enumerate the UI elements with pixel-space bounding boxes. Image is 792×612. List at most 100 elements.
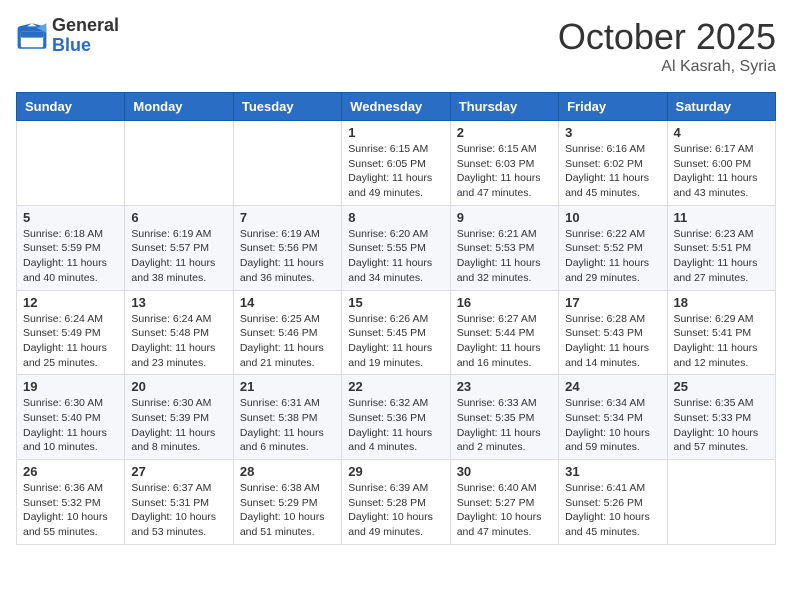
day-number: 30 (457, 464, 552, 479)
calendar-week-row: 26 Sunrise: 6:36 AM Sunset: 5:32 PM Dayli… (17, 460, 776, 545)
day-number: 28 (240, 464, 335, 479)
title-block: October 2025 Al Kasrah, Syria (558, 16, 776, 76)
weekday-header-row: SundayMondayTuesdayWednesdayThursdayFrid… (17, 93, 776, 121)
day-number: 25 (674, 379, 769, 394)
day-info: Sunrise: 6:28 AM Sunset: 5:43 PM Dayligh… (565, 312, 660, 371)
day-info: Sunrise: 6:15 AM Sunset: 6:03 PM Dayligh… (457, 142, 552, 201)
calendar-cell: 29Sunrise: 6:39 AM Sunset: 5:28 PM Dayli… (342, 460, 450, 545)
day-info: Sunrise: 6:35 AM Sunset: 5:33 PM Dayligh… (674, 396, 769, 455)
day-info: Sunrise: 6:18 AM Sunset: 5:59 PM Dayligh… (23, 227, 118, 286)
day-number: 9 (457, 210, 552, 225)
calendar-cell: 5 Sunrise: 6:18 AM Sunset: 5:59 PM Daylig… (17, 205, 125, 290)
day-number: 1 (348, 125, 443, 140)
calendar-week-row: 5 Sunrise: 6:18 AM Sunset: 5:59 PM Daylig… (17, 205, 776, 290)
day-number: 2 (457, 125, 552, 140)
calendar-cell: 4 Sunrise: 6:17 AM Sunset: 6:00 PM Daylig… (667, 121, 775, 206)
day-info: Sunrise: 6:21 AM Sunset: 5:53 PM Dayligh… (457, 227, 552, 286)
calendar-cell: 17 Sunrise: 6:28 AM Sunset: 5:43 PM Dayli… (559, 290, 667, 375)
day-number: 23 (457, 379, 552, 394)
logo-general: General (52, 15, 119, 35)
calendar-cell: 30 Sunrise: 6:40 AM Sunset: 5:27 PM Dayli… (450, 460, 558, 545)
day-info: Sunrise: 6:37 AM Sunset: 5:31 PM Dayligh… (131, 481, 226, 540)
day-info: Sunrise: 6:40 AM Sunset: 5:27 PM Dayligh… (457, 481, 552, 540)
day-info: Sunrise: 6:38 AM Sunset: 5:29 PM Dayligh… (240, 481, 335, 540)
day-number: 10 (565, 210, 660, 225)
calendar-cell: 10 Sunrise: 6:22 AM Sunset: 5:52 PM Dayli… (559, 205, 667, 290)
calendar-cell: 12 Sunrise: 6:24 AM Sunset: 5:49 PM Dayli… (17, 290, 125, 375)
calendar-cell: 23 Sunrise: 6:33 AM Sunset: 5:35 PM Dayli… (450, 375, 558, 460)
day-number: 22 (348, 379, 443, 394)
day-info: Sunrise: 6:33 AM Sunset: 5:35 PM Dayligh… (457, 396, 552, 455)
day-number: 11 (674, 210, 769, 225)
calendar-cell: 20 Sunrise: 6:30 AM Sunset: 5:39 PM Dayli… (125, 375, 233, 460)
day-info: Sunrise: 6:23 AM Sunset: 5:51 PM Dayligh… (674, 227, 769, 286)
day-number: 5 (23, 210, 118, 225)
day-number: 7 (240, 210, 335, 225)
calendar-cell: 16 Sunrise: 6:27 AM Sunset: 5:44 PM Dayli… (450, 290, 558, 375)
day-number: 6 (131, 210, 226, 225)
calendar-cell: 15 Sunrise: 6:26 AM Sunset: 5:45 PM Dayli… (342, 290, 450, 375)
calendar-cell: 19 Sunrise: 6:30 AM Sunset: 5:40 PM Dayli… (17, 375, 125, 460)
calendar-cell: 8 Sunrise: 6:20 AM Sunset: 5:55 PM Daylig… (342, 205, 450, 290)
day-info: Sunrise: 6:34 AM Sunset: 5:34 PM Dayligh… (565, 396, 660, 455)
day-number: 15 (348, 295, 443, 310)
calendar-week-row: 19 Sunrise: 6:30 AM Sunset: 5:40 PM Dayli… (17, 375, 776, 460)
calendar-cell: 22Sunrise: 6:32 AM Sunset: 5:36 PM Dayli… (342, 375, 450, 460)
weekday-header: Monday (125, 93, 233, 121)
logo: General Blue (16, 16, 119, 56)
day-number: 12 (23, 295, 118, 310)
calendar-cell (233, 121, 341, 206)
calendar-cell: 25 Sunrise: 6:35 AM Sunset: 5:33 PM Dayli… (667, 375, 775, 460)
calendar-cell: 21Sunrise: 6:31 AM Sunset: 5:38 PM Dayli… (233, 375, 341, 460)
day-info: Sunrise: 6:29 AM Sunset: 5:41 PM Dayligh… (674, 312, 769, 371)
calendar-cell: 11 Sunrise: 6:23 AM Sunset: 5:51 PM Dayli… (667, 205, 775, 290)
day-info: Sunrise: 6:39 AM Sunset: 5:28 PM Dayligh… (348, 481, 443, 540)
calendar-cell: 9 Sunrise: 6:21 AM Sunset: 5:53 PM Daylig… (450, 205, 558, 290)
calendar-cell: 6 Sunrise: 6:19 AM Sunset: 5:57 PM Daylig… (125, 205, 233, 290)
day-info: Sunrise: 6:24 AM Sunset: 5:49 PM Dayligh… (23, 312, 118, 371)
day-number: 26 (23, 464, 118, 479)
calendar-cell: 13Sunrise: 6:24 AM Sunset: 5:48 PM Dayli… (125, 290, 233, 375)
calendar-cell: 26 Sunrise: 6:36 AM Sunset: 5:32 PM Dayli… (17, 460, 125, 545)
day-number: 8 (348, 210, 443, 225)
day-info: Sunrise: 6:27 AM Sunset: 5:44 PM Dayligh… (457, 312, 552, 371)
day-number: 20 (131, 379, 226, 394)
day-info: Sunrise: 6:30 AM Sunset: 5:40 PM Dayligh… (23, 396, 118, 455)
day-number: 18 (674, 295, 769, 310)
day-number: 24 (565, 379, 660, 394)
day-info: Sunrise: 6:25 AM Sunset: 5:46 PM Dayligh… (240, 312, 335, 371)
day-number: 17 (565, 295, 660, 310)
weekday-header: Sunday (17, 93, 125, 121)
calendar-cell: 7 Sunrise: 6:19 AM Sunset: 5:56 PM Daylig… (233, 205, 341, 290)
day-info: Sunrise: 6:22 AM Sunset: 5:52 PM Dayligh… (565, 227, 660, 286)
calendar-cell: 18 Sunrise: 6:29 AM Sunset: 5:41 PM Dayli… (667, 290, 775, 375)
day-info: Sunrise: 6:36 AM Sunset: 5:32 PM Dayligh… (23, 481, 118, 540)
calendar-cell: 24 Sunrise: 6:34 AM Sunset: 5:34 PM Dayli… (559, 375, 667, 460)
calendar-week-row: 1 Sunrise: 6:15 AM Sunset: 6:05 PM Daylig… (17, 121, 776, 206)
day-number: 19 (23, 379, 118, 394)
calendar-cell (125, 121, 233, 206)
day-info: Sunrise: 6:19 AM Sunset: 5:57 PM Dayligh… (131, 227, 226, 286)
day-info: Sunrise: 6:16 AM Sunset: 6:02 PM Dayligh… (565, 142, 660, 201)
weekday-header: Friday (559, 93, 667, 121)
weekday-header: Thursday (450, 93, 558, 121)
calendar-week-row: 12 Sunrise: 6:24 AM Sunset: 5:49 PM Dayli… (17, 290, 776, 375)
location-title: Al Kasrah, Syria (558, 58, 776, 76)
day-info: Sunrise: 6:26 AM Sunset: 5:45 PM Dayligh… (348, 312, 443, 371)
day-number: 4 (674, 125, 769, 140)
day-number: 16 (457, 295, 552, 310)
logo-text: General Blue (52, 16, 119, 56)
calendar-cell: 3 Sunrise: 6:16 AM Sunset: 6:02 PM Daylig… (559, 121, 667, 206)
day-info: Sunrise: 6:17 AM Sunset: 6:00 PM Dayligh… (674, 142, 769, 201)
day-number: 13 (131, 295, 226, 310)
day-info: Sunrise: 6:20 AM Sunset: 5:55 PM Dayligh… (348, 227, 443, 286)
logo-icon (16, 20, 48, 52)
day-info: Sunrise: 6:19 AM Sunset: 5:56 PM Dayligh… (240, 227, 335, 286)
logo-blue: Blue (52, 35, 91, 55)
calendar-table: SundayMondayTuesdayWednesdayThursdayFrid… (16, 92, 776, 545)
day-info: Sunrise: 6:30 AM Sunset: 5:39 PM Dayligh… (131, 396, 226, 455)
weekday-header: Wednesday (342, 93, 450, 121)
day-number: 3 (565, 125, 660, 140)
weekday-header: Saturday (667, 93, 775, 121)
day-info: Sunrise: 6:15 AM Sunset: 6:05 PM Dayligh… (348, 142, 443, 201)
